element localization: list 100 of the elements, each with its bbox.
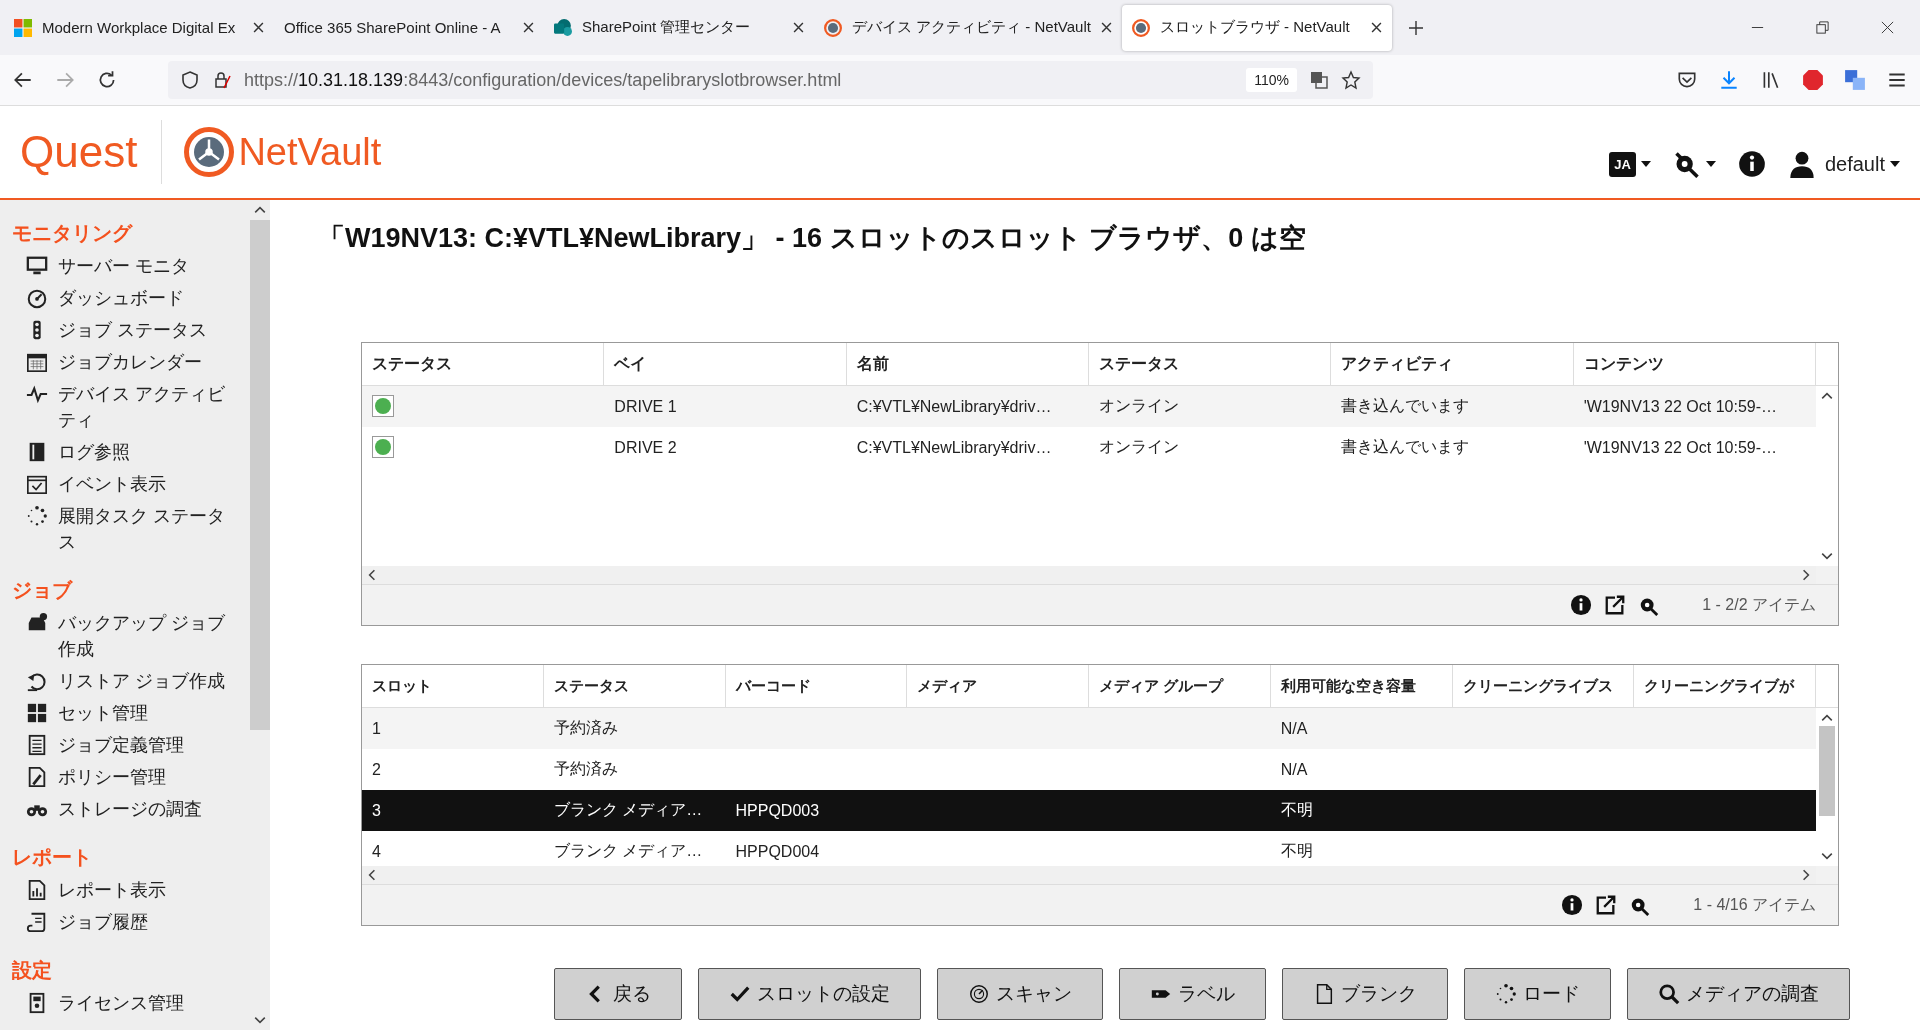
- info-icon[interactable]: [1570, 594, 1593, 616]
- calendar-icon[interactable]: [26, 351, 48, 373]
- column-header[interactable]: 利用可能な空き容量: [1270, 665, 1453, 707]
- translate-icon[interactable]: [1309, 70, 1329, 90]
- browser-tab[interactable]: SharePoint 管理センター: [544, 4, 814, 51]
- close-icon[interactable]: [1370, 22, 1382, 33]
- user-menu[interactable]: default: [1787, 150, 1900, 178]
- browser-tab[interactable]: Modern Workplace Digital Ex: [4, 4, 274, 51]
- url-text: https://10.31.18.139:8443/configuration/devices/tapelibraryslotbrowser.html: [244, 69, 842, 91]
- column-header[interactable]: ステータス: [362, 343, 605, 385]
- nav-item[interactable]: リストア ジョブ作成: [58, 668, 233, 694]
- nav-item[interactable]: ジョブ定義管理: [58, 732, 233, 758]
- lock-warning-icon: [212, 70, 232, 90]
- column-header[interactable]: ベイ: [604, 343, 847, 385]
- browser-tab[interactable]: デバイス アクティビティ - NetVault: [814, 4, 1122, 51]
- column-header[interactable]: バーコード: [725, 665, 908, 707]
- column-header[interactable]: コンテンツ: [1573, 343, 1816, 385]
- nav-item[interactable]: 展開タスク ステータス: [58, 503, 233, 555]
- policy-icon[interactable]: [26, 766, 48, 788]
- nav-item[interactable]: ジョブカレンダー: [58, 349, 233, 375]
- table-cell: ブランク メディア…: [553, 801, 703, 818]
- nav-item[interactable]: セット管理: [58, 700, 233, 726]
- scroll-up-icon[interactable]: [1821, 392, 1833, 400]
- column-header[interactable]: メディア グループ: [1089, 665, 1271, 707]
- export-icon[interactable]: [1595, 894, 1618, 916]
- zoom-level[interactable]: 110%: [1246, 68, 1297, 92]
- table-cell: DRIVE 2: [614, 438, 677, 456]
- gauge-icon[interactable]: [26, 287, 48, 309]
- column-header[interactable]: ステータス: [1089, 343, 1332, 385]
- pulse-icon[interactable]: [26, 383, 48, 405]
- table-cell: ブランク メディア…: [553, 842, 703, 859]
- scroll-down-icon[interactable]: [254, 1016, 266, 1024]
- scroll-down-icon[interactable]: [1821, 852, 1833, 860]
- export-icon[interactable]: [1604, 594, 1627, 616]
- column-header[interactable]: スロット: [362, 665, 544, 707]
- nav-item[interactable]: ログ参照: [58, 439, 233, 465]
- nav-item[interactable]: ジョブ履歴: [58, 909, 233, 935]
- restore-icon[interactable]: [1815, 20, 1830, 35]
- scroll-right-icon[interactable]: [1802, 869, 1810, 881]
- action-button[interactable]: 戻る: [554, 968, 682, 1020]
- scroll-up-icon[interactable]: [254, 206, 266, 214]
- column-header[interactable]: アクティビティ: [1331, 343, 1574, 385]
- nav-item[interactable]: ライセンス管理: [58, 990, 233, 1016]
- scroll-down-icon[interactable]: [1821, 552, 1833, 560]
- table-row[interactable]: 2 予約済み N/A: [362, 749, 1816, 790]
- nav-item[interactable]: ジョブ ステータス: [58, 317, 233, 343]
- close-icon[interactable]: [793, 22, 804, 33]
- nav-item[interactable]: デバイス アクティビティ: [58, 381, 233, 433]
- close-icon[interactable]: [253, 22, 264, 33]
- ad-block-icon[interactable]: [1802, 69, 1824, 91]
- column-header[interactable]: クリーニングライブが: [1634, 665, 1816, 707]
- info-icon[interactable]: [1737, 150, 1766, 178]
- scroll-left-icon[interactable]: [368, 569, 376, 581]
- info-icon[interactable]: [1561, 894, 1584, 916]
- table-cell: 3: [372, 801, 381, 819]
- table-row[interactable]: 1 予約済み N/A: [362, 708, 1816, 749]
- scroll-icon[interactable]: [26, 911, 48, 933]
- scroll-right-icon[interactable]: [1802, 569, 1810, 581]
- column-header[interactable]: クリーニングライブス: [1452, 665, 1635, 707]
- column-header[interactable]: メディア: [907, 665, 1089, 707]
- scroll-up-icon[interactable]: [1821, 714, 1833, 722]
- browser-tab[interactable]: スロットブラウザ - NetVault: [1121, 4, 1392, 51]
- doc-icon[interactable]: [26, 734, 48, 756]
- monitor-icon[interactable]: [26, 255, 48, 277]
- address-bar[interactable]: https://10.31.18.139:8443/configuration/devices/tapelibraryslotbrowser.html 110%: [168, 61, 1373, 99]
- nav-item[interactable]: バックアップ ジョブ作成: [58, 610, 233, 662]
- product-name: NetVault: [238, 130, 382, 174]
- table-row[interactable]: 3 ブランク メディア… HPPQD003 不明: [362, 790, 1816, 831]
- new-tab-icon[interactable]: [1407, 19, 1424, 36]
- close-icon[interactable]: [1880, 20, 1895, 35]
- translate-extension-icon[interactable]: [1844, 69, 1866, 91]
- bookmark-star-icon[interactable]: [1341, 70, 1361, 90]
- column-header[interactable]: ステータス: [543, 665, 726, 707]
- event-icon[interactable]: [26, 473, 48, 495]
- nav-item[interactable]: イベント表示: [58, 471, 233, 497]
- action-button[interactable]: スキャン: [937, 968, 1103, 1020]
- report-icon[interactable]: [26, 879, 48, 901]
- action-button[interactable]: ラベル: [1119, 968, 1266, 1020]
- table-cell: 書き込んでいます: [1341, 438, 1470, 455]
- tools-menu[interactable]: [1672, 150, 1716, 178]
- column-header[interactable]: 名前: [846, 343, 1089, 385]
- action-button[interactable]: メディアの調査: [1627, 968, 1850, 1020]
- action-button[interactable]: スロットの設定: [698, 968, 921, 1020]
- scroll-left-icon[interactable]: [368, 869, 376, 881]
- download-icon[interactable]: [1718, 69, 1740, 91]
- action-button[interactable]: ブランク: [1282, 968, 1448, 1020]
- spinner-icon[interactable]: [26, 505, 48, 527]
- nav-item[interactable]: ポリシー管理: [58, 764, 233, 790]
- table-cell: 'W19NV13 22 Oct 10:59-…: [1583, 438, 1777, 456]
- close-icon[interactable]: [523, 22, 534, 33]
- load-icon: [1495, 983, 1517, 1005]
- nav-item[interactable]: ストレージの調査: [58, 796, 233, 822]
- nav-item[interactable]: レポート表示: [58, 877, 233, 903]
- close-icon[interactable]: [1100, 22, 1112, 33]
- table-row[interactable]: 4 ブランク メディア… HPPQD004 不明: [362, 831, 1816, 866]
- nav-item[interactable]: ダッシュボード: [58, 285, 233, 311]
- table-cell: 予約済み: [553, 719, 618, 736]
- browser-tab[interactable]: Office 365 SharePoint Online - A: [274, 4, 544, 51]
- action-button[interactable]: ロード: [1464, 968, 1611, 1020]
- nav-item[interactable]: サーバー モニタ: [58, 253, 233, 279]
